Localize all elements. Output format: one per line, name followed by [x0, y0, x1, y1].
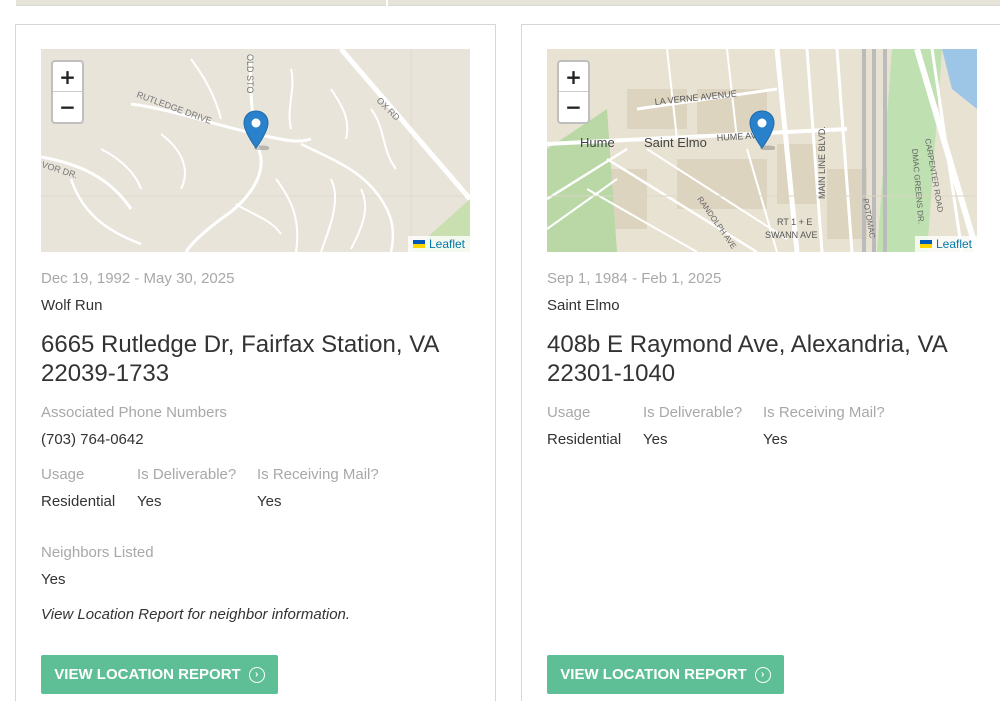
usage-label: Usage [547, 404, 591, 421]
address-line-2: 22301-1040 [547, 360, 676, 387]
receiving-mail-label: Is Receiving Mail? [257, 466, 379, 483]
map-label-mainline: MAIN LINE BLVD. [817, 126, 827, 199]
map-attribution: Leaflet [407, 236, 470, 252]
zoom-out-button[interactable]: − [559, 92, 588, 122]
zoom-out-button[interactable]: − [53, 92, 82, 122]
map-label-hume: Hume [580, 135, 615, 150]
map-label-old: OLD STO [245, 54, 255, 93]
phones-label: Associated Phone Numbers [41, 404, 227, 421]
view-location-report-button[interactable]: VIEW LOCATION REPORT › [547, 655, 784, 694]
button-label: VIEW LOCATION REPORT [560, 666, 747, 683]
address-line-1: 6665 Rutledge Dr, Fairfax Station, VA [41, 331, 440, 358]
map-pin-icon[interactable] [243, 110, 270, 151]
chevron-right-circle-icon: › [754, 666, 771, 683]
neighbors-value: Yes [41, 571, 66, 588]
usage-label: Usage [41, 466, 85, 483]
map-tiles-2: LA VERNE AVENUE Hume Saint Elmo HUME AVE… [547, 49, 977, 252]
deliverable-value: Yes [643, 431, 668, 448]
location-map-1[interactable]: RUTLEDGE DRIVE OLD STO OX RD VOR DR. + −… [41, 49, 470, 252]
leaflet-link[interactable]: Leaflet [429, 237, 465, 251]
chevron-right-circle-icon: › [248, 666, 265, 683]
map-label-saintelmo: Saint Elmo [644, 135, 707, 150]
receiving-mail-value: Yes [763, 431, 788, 448]
map-pin-icon[interactable] [749, 110, 776, 151]
zoom-in-button[interactable]: + [53, 62, 82, 92]
neighbors-label: Neighbors Listed [41, 544, 154, 561]
view-location-report-button[interactable]: VIEW LOCATION REPORT › [41, 655, 278, 694]
ukraine-flag-icon [919, 240, 932, 248]
button-label: VIEW LOCATION REPORT [54, 666, 241, 683]
receiving-mail-label: Is Receiving Mail? [763, 404, 885, 421]
address-line-2: 22039-1733 [41, 360, 170, 387]
address-heading: 6665 Rutledge Dr, Fairfax Station, VA 22… [41, 330, 481, 388]
usage-value: Residential [547, 431, 622, 448]
zoom-control-2: + − [557, 60, 590, 124]
deliverable-label: Is Deliverable? [643, 404, 743, 421]
map-attribution: Leaflet [914, 236, 977, 252]
ukraine-flag-icon [412, 240, 425, 248]
residence-dates: Sep 1, 1984 - Feb 1, 2025 [547, 270, 722, 287]
zoom-in-button[interactable]: + [559, 62, 588, 92]
receiving-mail-value: Yes [257, 493, 282, 510]
leaflet-link[interactable]: Leaflet [936, 237, 972, 251]
deliverable-label: Is Deliverable? [137, 466, 237, 483]
previous-map-strip-left [16, 0, 386, 6]
map-tiles-1: RUTLEDGE DRIVE OLD STO OX RD VOR DR. [41, 49, 470, 252]
map-label-rt1: RT 1 + E [777, 217, 812, 227]
address-heading: 408b E Raymond Ave, Alexandria, VA 22301… [547, 330, 987, 388]
phone-number[interactable]: (703) 764-0642 [41, 431, 144, 448]
address-card-2: LA VERNE AVENUE Hume Saint Elmo HUME AVE… [521, 24, 1000, 701]
residence-dates: Dec 19, 1992 - May 30, 2025 [41, 270, 235, 287]
zoom-control-1: + − [51, 60, 84, 124]
map-label-swann: SWANN AVE [765, 230, 818, 240]
usage-value: Residential [41, 493, 116, 510]
neighborhood-name: Saint Elmo [547, 297, 620, 314]
neighborhood-name: Wolf Run [41, 297, 103, 314]
neighbor-note: View Location Report for neighbor inform… [41, 606, 351, 623]
address-card-1: RUTLEDGE DRIVE OLD STO OX RD VOR DR. + −… [15, 24, 496, 701]
deliverable-value: Yes [137, 493, 162, 510]
location-map-2[interactable]: LA VERNE AVENUE Hume Saint Elmo HUME AVE… [547, 49, 977, 252]
previous-map-strip-right [388, 0, 1000, 6]
address-line-1: 408b E Raymond Ave, Alexandria, VA [547, 331, 948, 358]
